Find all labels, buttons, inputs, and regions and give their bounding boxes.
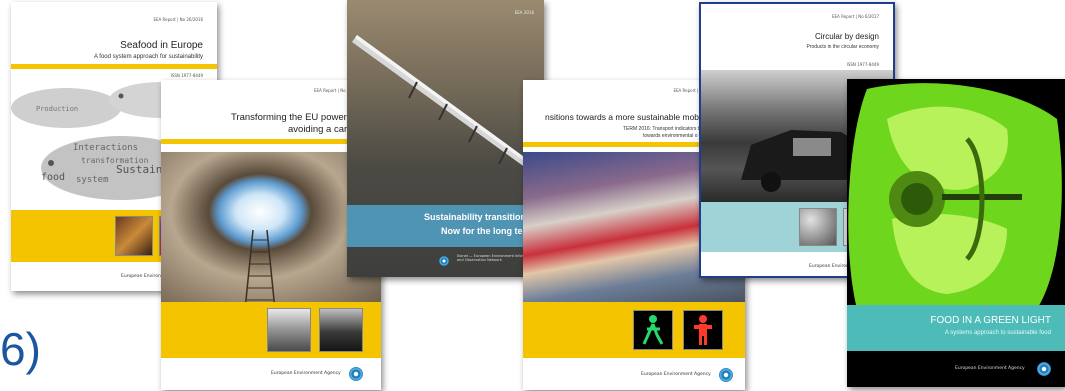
- report-subtitle: A food system approach for sustainabilit…: [93, 54, 203, 60]
- word-cloud-term: food: [41, 172, 65, 183]
- report-title: nsitions towards a more sustainable mobi…: [545, 112, 708, 122]
- report-subtitle: towards environmental o: [643, 133, 698, 139]
- report-title: Seafood in Europe: [120, 40, 203, 51]
- eea-logo-icon: [439, 256, 449, 266]
- teal-band: [847, 305, 1065, 351]
- photo-thumbnail: [267, 308, 311, 352]
- eea-logo-icon: [349, 367, 363, 381]
- publisher-name: European Environment Agency: [641, 372, 711, 377]
- report-title: Transforming the EU power se: [231, 112, 360, 123]
- red-pedestrian-signal-photo: [683, 310, 723, 350]
- publisher-name: European Environment Agency: [955, 366, 1025, 371]
- report-subtitle: TERM 2016: Transport indicators tra: [623, 126, 704, 132]
- solar-airplane-photo: [352, 35, 542, 176]
- word-cloud-term: Production: [36, 105, 78, 113]
- word-cloud-term: system: [76, 175, 109, 185]
- word-cloud-term: Interactions: [73, 143, 138, 153]
- report-title: Sustainability transitions:: [423, 212, 534, 222]
- report-number: EEA Report | No 26/2016: [153, 17, 203, 22]
- word-cloud-term: transformation: [81, 156, 149, 165]
- report-title: FOOD IN A GREEN LIGHT: [930, 315, 1051, 326]
- green-pepper-slice-photo: [848, 83, 1062, 309]
- eea-logo-icon: [719, 368, 733, 382]
- photo-thumbnail: [319, 308, 363, 352]
- yellow-rule: [11, 64, 217, 69]
- report-title: Now for the long term: [441, 226, 534, 236]
- photo-thumbnail: [115, 216, 153, 256]
- walking-figure-icon: [642, 315, 664, 345]
- report-cover-sustainability-transitions[interactable]: EEA 2016 Sustainability transitions: Now…: [347, 0, 544, 277]
- photo-thumbnail: [799, 208, 837, 246]
- publisher-name: European Environment Agency: [271, 371, 341, 376]
- issn: ISSN 1977-8449: [846, 62, 879, 67]
- report-title: Circular by design: [814, 32, 879, 41]
- green-pedestrian-signal-photo: [633, 310, 673, 350]
- standing-figure-icon: [694, 315, 712, 345]
- footnote-label: 6): [0, 323, 41, 375]
- report-subtitle: A systems approach to sustainable food: [944, 330, 1051, 336]
- report-number: EEA Report | No 6/2017: [832, 14, 879, 19]
- eea-logo-icon: [1037, 362, 1051, 376]
- report-subtitle: Products in the circular economy: [806, 44, 879, 50]
- report-cover-food-green-light[interactable]: FOOD IN A GREEN LIGHT A systems approach…: [847, 79, 1065, 387]
- ladder-graphic: [244, 230, 276, 310]
